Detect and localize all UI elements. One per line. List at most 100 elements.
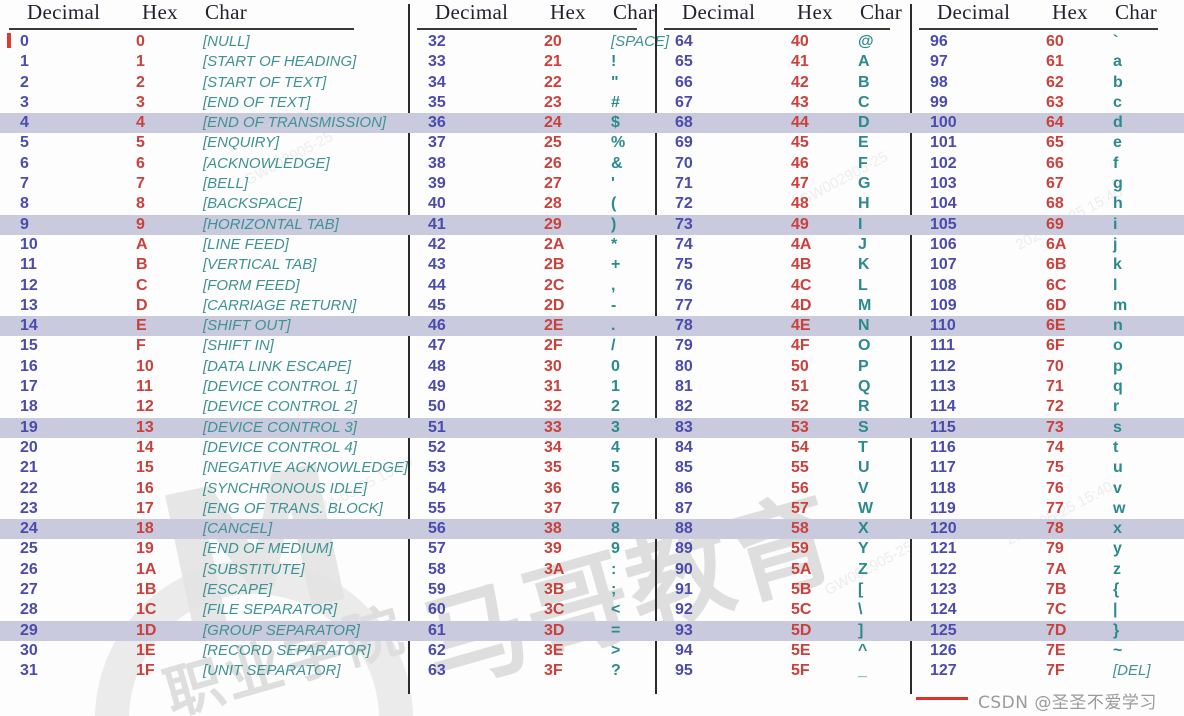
table-row: 60 3C <	[408, 600, 655, 620]
cell-decimal: 21	[20, 459, 38, 477]
cell-hex: F	[136, 337, 146, 355]
table-row: 13 D [CARRIAGE RETURN]	[0, 296, 408, 316]
cell-char: [SYNCHRONOUS IDLE]	[203, 479, 368, 497]
cell-decimal: 37	[428, 134, 446, 152]
cell-char: _	[858, 662, 867, 680]
table-row: 121 79 y	[910, 539, 1184, 559]
csdn-watermark-label: CSDN @圣圣不爱学习	[978, 693, 1157, 713]
cell-hex: C	[136, 276, 148, 294]
cell-hex: 26	[544, 154, 562, 172]
cell-decimal: 76	[675, 276, 693, 294]
cell-decimal: 87	[675, 499, 693, 517]
table-row: 77 4D M	[655, 296, 910, 316]
cell-decimal: 104	[930, 195, 957, 213]
cell-decimal: 82	[675, 398, 693, 416]
table-row: 96 60 `	[910, 32, 1184, 52]
table-row: 78 4E N	[655, 316, 910, 337]
cell-decimal: 120	[930, 520, 957, 538]
cell-hex: 21	[544, 53, 562, 71]
cell-hex: 43	[791, 93, 809, 111]
cell-hex: E	[136, 317, 147, 335]
table-row: 48 30 0	[408, 357, 655, 377]
cell-hex: 15	[136, 459, 154, 477]
header-decimal: Decimal	[937, 0, 1011, 24]
cell-hex: 1A	[136, 560, 157, 578]
table-row: 23 17 [ENG OF TRANS. BLOCK]	[0, 499, 408, 519]
table-row: 14 E [SHIFT OUT]	[0, 316, 408, 337]
table-row: 37 25%	[408, 133, 655, 153]
cell-char: Y	[858, 540, 869, 558]
cell-hex: 2F	[544, 337, 563, 355]
cell-decimal: 20	[20, 438, 38, 456]
header-hex: Hex	[550, 0, 586, 24]
cell-decimal: 71	[675, 175, 693, 193]
cell-char: [LINE FEED]	[203, 235, 289, 253]
cell-char: }	[1113, 621, 1120, 639]
table-row: 80 50 P	[655, 357, 910, 377]
cell-hex: 52	[791, 398, 809, 416]
cell-char: u	[1113, 459, 1123, 477]
cell-char: [DEVICE CONTROL 1]	[203, 378, 357, 396]
table-row: 120 78 x	[910, 519, 1184, 540]
cell-decimal: 98	[930, 73, 948, 91]
table-row: 95 5F _	[655, 661, 910, 681]
cell-hex: 8	[136, 195, 145, 213]
left-red-tick-mark	[7, 33, 11, 48]
cell-char: [GROUP SEPARATOR]	[203, 621, 360, 639]
cell-char: 3	[611, 418, 620, 436]
cell-char: a	[1113, 53, 1122, 71]
table-row: 123 7B {	[910, 580, 1184, 600]
cell-decimal: 90	[675, 560, 693, 578]
cell-hex: 10	[136, 357, 154, 375]
cell-decimal: 52	[428, 438, 446, 456]
cell-char: H	[858, 195, 870, 213]
cell-decimal: 111	[930, 337, 955, 355]
cell-hex: 4	[136, 114, 145, 132]
table-row: 71 47 G	[655, 174, 910, 194]
cell-char: ,	[611, 276, 616, 294]
cell-char: z	[1113, 560, 1121, 578]
cell-char: f	[1113, 154, 1119, 172]
cell-hex: 3D	[544, 621, 565, 639]
table-row: 59 3B;	[408, 580, 655, 600]
cell-decimal: 114	[930, 398, 956, 416]
cell-char: e	[1113, 134, 1122, 152]
cell-char: p	[1113, 357, 1123, 375]
cell-hex: 72	[1046, 398, 1064, 416]
cell-hex: 31	[544, 378, 562, 396]
cell-char: [UNIT SEPARATOR]	[203, 662, 341, 680]
cell-char: [CARRIAGE RETURN]	[203, 296, 357, 314]
cell-char: [END OF TEXT]	[203, 93, 311, 111]
cell-decimal: 49	[428, 378, 446, 396]
table-row: 16 10 [DATA LINK ESCAPE]	[0, 357, 408, 377]
cell-decimal: 53	[428, 459, 446, 477]
cell-hex: 38	[544, 520, 562, 538]
table-row: 68 44 D	[655, 113, 910, 134]
table-row: 20 14 [DEVICE CONTROL 4]	[0, 438, 408, 458]
cell-char: j	[1113, 235, 1118, 253]
cell-decimal: 66	[675, 73, 693, 91]
table-row: 54 36 6	[408, 479, 655, 499]
cell-hex: D	[136, 296, 148, 314]
cell-hex: 49	[791, 215, 809, 233]
cell-hex: 67	[1046, 175, 1064, 193]
cell-hex: 41	[791, 53, 809, 71]
table-row: 111 6F o	[910, 336, 1184, 356]
table-row: 25 19 [END OF MEDIUM]	[0, 539, 408, 559]
table-row: 31 1F [UNIT SEPARATOR]	[0, 661, 408, 681]
cell-decimal: 80	[675, 357, 693, 375]
cell-hex: 7A	[1046, 560, 1067, 578]
cell-char: o	[1113, 337, 1123, 355]
cell-char: y	[1113, 540, 1122, 558]
cell-hex: 5A	[791, 560, 812, 578]
table-row: 70 46 F	[655, 154, 910, 174]
table-row: 84 54 T	[655, 438, 910, 458]
table-row: 124 7C |	[910, 600, 1184, 620]
cell-decimal: 44	[428, 276, 446, 294]
cell-decimal: 48	[428, 357, 446, 375]
table-row: 0 0 [NULL]	[0, 32, 408, 52]
cell-decimal: 42	[428, 235, 446, 253]
cell-char: ;	[611, 581, 617, 599]
cell-decimal: 110	[930, 317, 956, 335]
cell-decimal: 68	[675, 114, 693, 132]
